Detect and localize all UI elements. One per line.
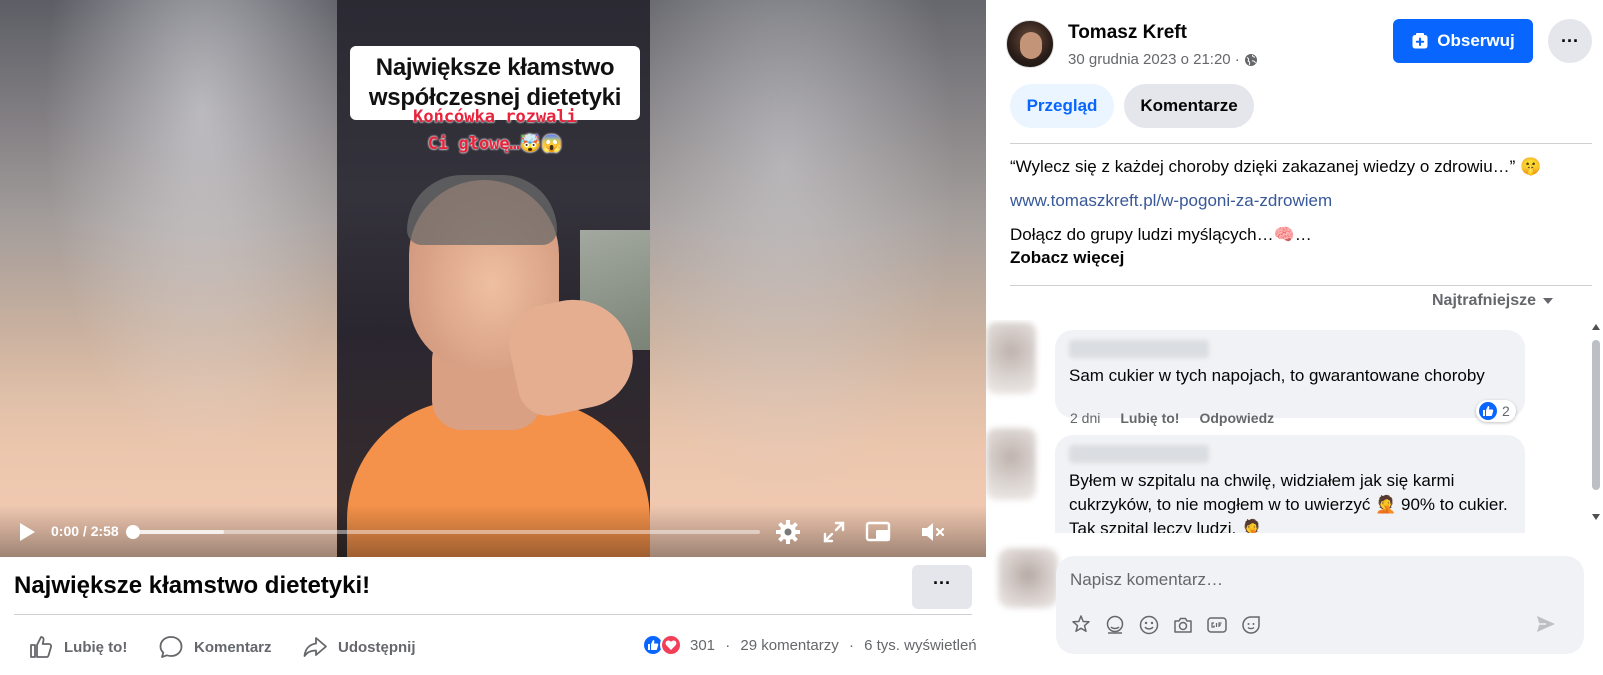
like-button[interactable]: Lubię to!	[28, 632, 127, 662]
comment-sort-dropdown[interactable]: Najtrafniejsze	[1432, 292, 1554, 310]
video-controls: 0:00 / 2:58	[0, 505, 986, 557]
post-menu-button[interactable]: ···	[1548, 19, 1592, 63]
share-icon	[303, 637, 327, 657]
comment-time[interactable]: 2 dni	[1070, 410, 1100, 426]
comment-bubble: Byłem w szpitalu na chwilę, widziałem ja…	[1055, 435, 1525, 533]
user-avatar	[998, 548, 1058, 608]
caption-line-1: Największe kłamstwo	[375, 54, 615, 81]
comment-scrollbar[interactable]	[1589, 322, 1603, 530]
settings-icon[interactable]	[774, 518, 802, 546]
comment-composer	[1056, 556, 1584, 654]
reaction-count[interactable]: 301	[690, 637, 715, 654]
comment-meta: 2 dni Lubię to! Odpowiedz	[1070, 410, 1274, 426]
like-icon	[30, 636, 53, 658]
divider	[1010, 143, 1592, 144]
comment-like-button[interactable]: Lubię to!	[1120, 410, 1179, 426]
hair	[407, 175, 557, 245]
stats-separator: ·	[725, 637, 731, 654]
like-label: Lubię to!	[64, 638, 128, 656]
video-blur-left	[0, 0, 337, 557]
comment-label: Komentarz	[194, 638, 272, 656]
buffered-bar	[132, 530, 224, 534]
post-sidebar: Tomasz Kreft 30 grudnia 2023 o 21:20 · O…	[986, 0, 1603, 675]
chevron-down-icon	[1543, 298, 1554, 304]
progress-knob[interactable]	[126, 525, 140, 539]
follow-label: Obserwuj	[1437, 31, 1515, 50]
follow-button[interactable]: Obserwuj	[1393, 19, 1533, 63]
emoji-icon[interactable]	[1138, 614, 1160, 636]
video-timecode: 0:00 / 2:58	[51, 523, 119, 539]
play-icon[interactable]	[16, 521, 38, 543]
sort-label: Najtrafniejsze	[1432, 292, 1537, 309]
view-count: 6 tys. wyświetleń	[864, 637, 977, 654]
like-reaction-icon	[1479, 402, 1497, 420]
like-count-value: 2	[1502, 403, 1510, 419]
sticker-face-icon[interactable]	[1240, 614, 1262, 636]
avatar-face	[1020, 32, 1042, 59]
volume-muted-icon[interactable]	[918, 518, 946, 546]
divider	[1010, 285, 1592, 286]
video-progress-bar[interactable]	[126, 525, 760, 539]
share-button[interactable]: Udostępnij	[302, 632, 416, 662]
comment-avatar[interactable]	[986, 322, 1036, 394]
send-icon[interactable]	[1534, 612, 1558, 636]
scroll-thumb[interactable]	[1592, 340, 1600, 490]
post-date-text: 30 grudnia 2023 o 21:20 ·	[1068, 51, 1240, 68]
camera-icon[interactable]	[1172, 614, 1194, 636]
love-reaction-icon	[660, 634, 682, 656]
tab-comments[interactable]: Komentarze	[1124, 84, 1254, 128]
share-label: Udostępnij	[338, 638, 416, 656]
avatar-icon[interactable]	[1006, 20, 1054, 68]
comment-text: Byłem w szpitalu na chwilę, widziałem ja…	[1069, 471, 1508, 533]
video-overlay-text: Końcówka rozwali Ci głowę…🤯😱	[350, 104, 640, 158]
comment-count[interactable]: 29 komentarzy	[740, 637, 838, 654]
sticker-icon[interactable]	[1070, 614, 1092, 636]
see-more-button[interactable]: Zobacz więcej	[1010, 248, 1124, 268]
comment-button[interactable]: Komentarz	[158, 632, 272, 662]
overlay-line-1: Końcówka rozwali	[413, 107, 577, 127]
comment-like-count[interactable]: 2	[1476, 400, 1516, 422]
scroll-up-arrow[interactable]	[1592, 324, 1600, 330]
divider	[14, 614, 972, 615]
comment-avatar[interactable]	[986, 428, 1036, 500]
tab-overview[interactable]: Przegląd	[1010, 84, 1114, 128]
fullscreen-icon[interactable]	[820, 518, 848, 546]
description-quote: “Wylecz się z każdej choroby dzięki zaka…	[1010, 157, 1542, 176]
globe-icon	[1244, 53, 1257, 66]
gif-icon[interactable]	[1206, 614, 1228, 636]
video-player[interactable]: Największe kłamstwo współczesnej dietety…	[0, 0, 986, 557]
description-link[interactable]: www.tomaszkreft.pl/w-pogoni-za-zdrowiem	[1010, 191, 1332, 211]
overlay-line-2: Ci głowę…🤯😱	[427, 134, 563, 154]
description-line: Dołącz do grupy ludzi myślących…🧠…	[1010, 225, 1312, 244]
post-stats: 301 · 29 komentarzy · 6 tys. wyświetleń	[690, 637, 977, 654]
scroll-down-arrow[interactable]	[1592, 514, 1600, 520]
comment-author-redacted[interactable]	[1069, 340, 1209, 358]
comment-list: Sam cukier w tych napojach, to gwarantow…	[986, 320, 1603, 533]
post-title: Największe kłamstwo dietetyki!	[14, 572, 371, 599]
comment-text: Sam cukier w tych napojach, to gwarantow…	[1069, 366, 1485, 385]
stats-separator: ·	[848, 637, 854, 654]
post-date[interactable]: 30 grudnia 2023 o 21:20 ·	[1068, 51, 1258, 68]
post-more-button[interactable]: ···	[912, 565, 972, 609]
comment-icon	[159, 636, 183, 658]
facebook-video-viewer: Największe kłamstwo współczesnej dietety…	[0, 0, 1603, 675]
reaction-icons[interactable]	[642, 634, 682, 656]
comment-bubble: Sam cukier w tych napojach, to gwarantow…	[1055, 330, 1525, 418]
author-name[interactable]: Tomasz Kreft	[1068, 22, 1187, 44]
comment-author-redacted[interactable]	[1069, 445, 1209, 463]
comment-reply-button[interactable]: Odpowiedz	[1199, 410, 1274, 426]
comment-input[interactable]	[1070, 570, 1550, 590]
pip-icon[interactable]	[864, 518, 892, 546]
avatar-sticker-icon[interactable]	[1104, 614, 1126, 636]
video-blur-right	[650, 0, 986, 557]
follow-icon	[1412, 33, 1428, 49]
